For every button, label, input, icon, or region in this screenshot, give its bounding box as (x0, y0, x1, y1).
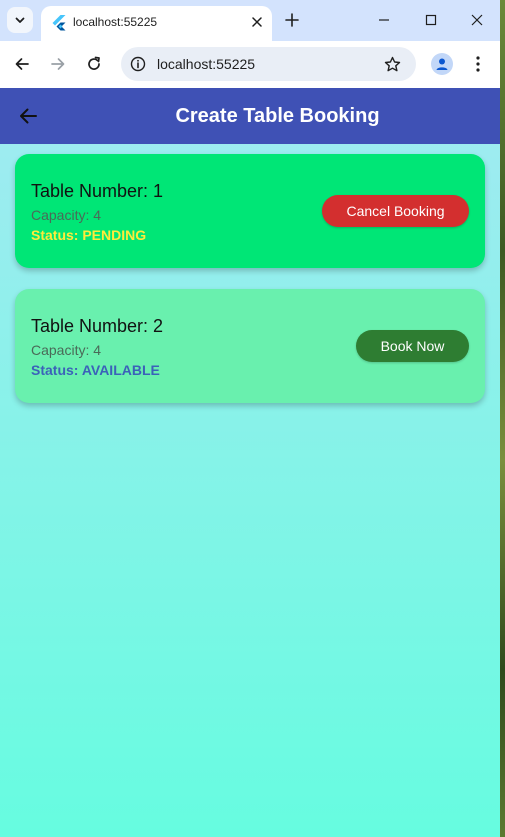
page-title: Create Table Booking (175, 104, 380, 127)
table-status: Status: AVAILABLE (31, 362, 160, 378)
back-button[interactable] (16, 104, 40, 128)
url-text[interactable]: localhost:55225 (157, 56, 255, 72)
maximize-button[interactable] (421, 10, 441, 30)
info-icon (130, 56, 146, 72)
maximize-icon (425, 14, 437, 26)
desktop-background (500, 0, 505, 837)
tab-title: localhost:55225 (73, 15, 158, 29)
browser-menu-button[interactable] (468, 53, 488, 75)
table-number: Table Number: 2 (31, 316, 164, 336)
close-icon (471, 14, 483, 26)
table-card: Table Number: 2 Capacity: 4 Status: AVAI… (15, 289, 485, 403)
browser-window: localhost:55225 localhost:55225 Create T… (0, 0, 500, 837)
forward-nav-button[interactable] (47, 53, 69, 75)
more-vert-icon (476, 56, 480, 72)
site-info-button[interactable] (129, 55, 147, 73)
close-tab-button[interactable] (248, 13, 266, 31)
table-status: Status: PENDING (31, 227, 147, 243)
table-number: Table Number: 1 (31, 181, 164, 201)
cancel-booking-button[interactable]: Cancel Booking (322, 195, 469, 227)
person-icon (436, 58, 448, 70)
arrow-right-icon (51, 58, 65, 70)
star-icon (384, 56, 400, 71)
close-window-button[interactable] (467, 10, 487, 30)
flutter-icon (52, 15, 66, 31)
chevron-down-icon (15, 17, 25, 23)
browser-toolbar: localhost:55225 (0, 41, 500, 88)
table-capacity: Capacity: 4 (31, 207, 102, 223)
back-nav-button[interactable] (11, 53, 33, 75)
app-bar: Create Table Booking (0, 88, 500, 144)
profile-button[interactable] (431, 53, 453, 75)
tab-strip: localhost:55225 (0, 0, 500, 41)
table-capacity: Capacity: 4 (31, 342, 102, 358)
address-bar[interactable]: localhost:55225 (121, 47, 416, 81)
browser-tab[interactable]: localhost:55225 (41, 6, 272, 41)
close-icon (252, 17, 262, 27)
tab-search-button[interactable] (7, 7, 33, 33)
plus-icon (285, 13, 299, 27)
reload-icon (88, 56, 100, 70)
bookmark-button[interactable] (382, 54, 402, 74)
arrow-left-icon (20, 108, 37, 124)
new-tab-button[interactable] (282, 10, 302, 30)
minimize-button[interactable] (374, 10, 394, 30)
arrow-left-icon (15, 58, 29, 70)
book-now-button[interactable]: Book Now (356, 330, 469, 362)
app-viewport: Create Table Booking Table Number: 1 Cap… (0, 88, 500, 837)
reload-button[interactable] (83, 53, 105, 75)
table-card: Table Number: 1 Capacity: 4 Status: PEND… (15, 154, 485, 268)
minimize-icon (379, 19, 389, 21)
